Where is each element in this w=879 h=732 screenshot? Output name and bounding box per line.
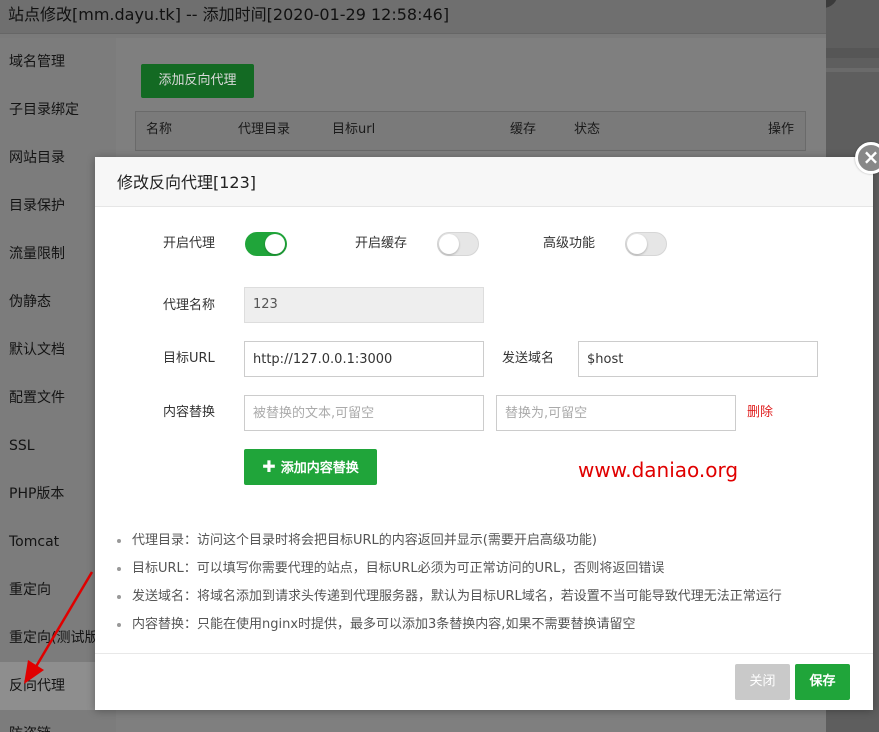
proxy-name-label: 代理名称 [163, 298, 216, 313]
sidebar-item-domains[interactable]: 域名管理 [0, 38, 116, 86]
table-header-actions: 操作 [768, 122, 795, 137]
send-domain-label: 发送域名 [502, 351, 555, 366]
help-notes: 代理目录：访问这个目录时将会把目标URL的内容返回并显示(需要开启高级功能) 目… [115, 527, 855, 639]
edit-reverse-proxy-dialog: 修改反向代理[123] 开启代理 开启缓存 高级功能 代理名称 123 目标UR… [95, 157, 873, 710]
enable-proxy-toggle[interactable] [245, 232, 287, 256]
enable-cache-toggle[interactable] [437, 232, 479, 256]
table-header-target-url: 目标url [332, 122, 376, 137]
add-content-replace-button[interactable]: ✚ 添加内容替换 [244, 449, 377, 485]
table-header-name: 名称 [146, 122, 173, 137]
replace-from-input[interactable] [244, 395, 484, 431]
enable-proxy-label: 开启代理 [163, 236, 216, 251]
enable-cache-label: 开启缓存 [355, 236, 408, 251]
sidebar-item-hotlink-protection[interactable]: 防盗链 [0, 710, 116, 732]
note-target-url: 目标URL：可以填写你需要代理的站点，目标URL必须为可正常访问的URL，否则将… [115, 555, 855, 583]
dialog-close-button[interactable]: × [855, 142, 879, 174]
note-proxy-directory: 代理目录：访问这个目录时将会把目标URL的内容返回并显示(需要开启高级功能) [115, 527, 855, 555]
advanced-features-toggle[interactable] [625, 232, 667, 256]
proxy-name-field[interactable]: 123 [244, 287, 484, 323]
note-content-replace: 内容替换：只能在使用nginx时提供，最多可以添加3条替换内容,如果不需要替换请… [115, 611, 855, 639]
table-header-proxy-dir: 代理目录 [238, 122, 291, 137]
table-header-cache: 缓存 [510, 122, 537, 137]
save-button[interactable]: 保存 [795, 664, 850, 700]
content-replace-label: 内容替换 [163, 405, 216, 420]
dialog-footer: 关闭 保存 [95, 653, 873, 710]
sidebar-item-subdir-binding[interactable]: 子目录绑定 [0, 86, 116, 134]
proxy-table-header [135, 111, 806, 151]
replace-to-input[interactable] [496, 395, 736, 431]
advanced-features-label: 高级功能 [543, 236, 596, 251]
close-icon: × [862, 145, 879, 169]
target-url-label: 目标URL [163, 351, 215, 366]
add-reverse-proxy-button[interactable]: 添加反向代理 [141, 64, 254, 98]
dialog-title: 修改反向代理[123] [95, 157, 873, 207]
send-domain-input[interactable] [578, 341, 818, 377]
note-send-domain: 发送域名：将域名添加到请求头传递到代理服务器，默认为目标URL域名，若设置不当可… [115, 583, 855, 611]
delete-replace-link[interactable]: 删除 [747, 403, 773, 423]
table-header-status: 状态 [574, 122, 601, 137]
close-button[interactable]: 关闭 [735, 664, 790, 700]
site-edit-title: 站点修改[mm.dayu.tk] -- 添加时间[2020-01-29 12:5… [0, 0, 826, 34]
watermark-text: www.daniao.org [578, 458, 739, 482]
target-url-input[interactable] [244, 341, 484, 377]
plus-icon: ✚ [262, 457, 276, 476]
add-content-replace-label: 添加内容替换 [280, 461, 359, 476]
